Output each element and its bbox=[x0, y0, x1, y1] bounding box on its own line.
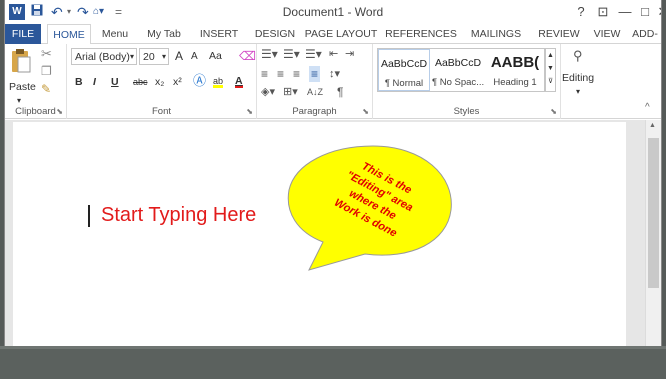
styles-scroll[interactable]: ▲ ▼ ⊽ bbox=[545, 48, 556, 92]
highlight-color-icon[interactable]: ab bbox=[213, 73, 224, 88]
ribbon-display-options-icon[interactable]: ⊡ bbox=[593, 3, 613, 21]
editing-dropdown-icon[interactable]: ▾ bbox=[576, 84, 580, 100]
align-right-icon[interactable]: ≡ bbox=[293, 66, 300, 82]
style-sample: AaBbCcD bbox=[434, 57, 482, 69]
document-text[interactable]: Start Typing Here bbox=[101, 204, 256, 227]
paragraph-group-label: Paragraph bbox=[292, 106, 337, 117]
font-group-label: Font bbox=[151, 106, 171, 117]
change-case-icon[interactable]: Aa bbox=[209, 48, 222, 64]
scroll-up-icon[interactable]: ▲ bbox=[649, 122, 656, 129]
styles-gallery: AaBbCcD ¶ Normal AaBbCcD ¶ No Spac... AA… bbox=[377, 48, 545, 92]
sort-icon[interactable]: A↓Z bbox=[307, 84, 323, 100]
tab-add-ins[interactable]: ADD-INS bbox=[627, 24, 661, 44]
clipboard-launcher-icon[interactable]: ⬊ bbox=[56, 107, 63, 116]
style-normal[interactable]: AaBbCcD ¶ Normal bbox=[378, 49, 430, 91]
font-family-select[interactable]: Arial (Body) ▾ bbox=[71, 48, 137, 65]
format-painter-icon[interactable]: ✎ bbox=[41, 81, 51, 97]
font-launcher-icon[interactable]: ⬊ bbox=[246, 107, 253, 116]
close-button[interactable]: ✕ bbox=[653, 3, 661, 21]
grow-font-icon[interactable]: A bbox=[175, 48, 183, 64]
title-bar: W ↶ ▾ ↷ ⌂▾ = Document1 - Word ? ⊡ — □ ✕ bbox=[5, 0, 661, 24]
font-color-icon[interactable]: A bbox=[235, 73, 243, 88]
tab-design[interactable]: DESIGN bbox=[248, 24, 302, 44]
style-name: ¶ Normal bbox=[384, 78, 424, 89]
justify-icon[interactable]: ≡ bbox=[309, 66, 321, 82]
font-group: Arial (Body) ▾ 20 ▾ A A Aa ⌫ B I U abc x₂ … bbox=[67, 44, 257, 119]
tab-mailings[interactable]: MAILINGS bbox=[463, 24, 529, 44]
bullets-icon[interactable]: ☰▾ bbox=[261, 46, 278, 62]
help-button[interactable]: ? bbox=[571, 3, 591, 21]
multilevel-list-icon[interactable]: ☰▾ bbox=[305, 46, 322, 62]
text-effects-icon[interactable]: Ⓐ bbox=[193, 73, 206, 89]
style-name: Heading 1 bbox=[493, 77, 537, 88]
paste-button[interactable]: Paste bbox=[9, 79, 36, 95]
strikethrough-button[interactable]: abc bbox=[133, 74, 148, 90]
vertical-scrollbar[interactable]: ▲ bbox=[645, 120, 661, 346]
font-size-select[interactable]: 20 ▾ bbox=[139, 48, 169, 65]
tab-file[interactable]: FILE bbox=[5, 24, 41, 44]
shading-icon[interactable]: ◈▾ bbox=[261, 84, 275, 100]
style-name: ¶ No Spac... bbox=[432, 77, 484, 88]
collapse-ribbon-icon[interactable]: ^ bbox=[645, 100, 650, 116]
shrink-font-icon[interactable]: A bbox=[191, 49, 198, 65]
ribbon-tabs: FILE HOME Menu My Tab INSERT DESIGN PAGE… bbox=[5, 24, 661, 45]
styles-group: AaBbCcD ¶ Normal AaBbCcD ¶ No Spac... AA… bbox=[373, 44, 561, 119]
styles-group-label: Styles bbox=[453, 106, 480, 117]
text-cursor bbox=[88, 205, 90, 227]
editing-group: ⚲ Editing ▾ bbox=[561, 44, 601, 119]
tab-insert[interactable]: INSERT bbox=[193, 24, 245, 44]
paragraph-launcher-icon[interactable]: ⬊ bbox=[362, 107, 369, 116]
underline-button[interactable]: U bbox=[111, 74, 119, 90]
scrollbar-thumb[interactable] bbox=[648, 138, 659, 288]
restore-button[interactable]: □ bbox=[635, 3, 655, 21]
italic-button[interactable]: I bbox=[93, 74, 96, 90]
chevron-down-icon: ▾ bbox=[161, 52, 166, 61]
decrease-indent-icon[interactable]: ⇤ bbox=[329, 46, 338, 62]
align-left-icon[interactable]: ≡ bbox=[261, 66, 268, 82]
chevron-down-icon: ▾ bbox=[129, 52, 134, 61]
tab-view[interactable]: VIEW bbox=[587, 24, 627, 44]
style-sample: AaBbCcD bbox=[380, 58, 428, 70]
copy-icon[interactable]: ❐ bbox=[41, 63, 52, 79]
window-title: Document1 - Word bbox=[282, 5, 384, 19]
paste-icon[interactable] bbox=[11, 48, 33, 78]
numbering-icon[interactable]: ☰▾ bbox=[283, 46, 300, 62]
style-heading-1[interactable]: AABB( Heading 1 bbox=[486, 49, 544, 91]
word-window: W ↶ ▾ ↷ ⌂▾ = Document1 - Word ? ⊡ — □ ✕ … bbox=[4, 0, 662, 346]
style-no-spacing[interactable]: AaBbCcD ¶ No Spac... bbox=[432, 49, 484, 91]
styles-launcher-icon[interactable]: ⬊ bbox=[550, 107, 557, 116]
tab-home[interactable]: HOME bbox=[47, 24, 91, 45]
tab-page-layout[interactable]: PAGE LAYOUT bbox=[302, 24, 380, 44]
bold-button[interactable]: B bbox=[75, 74, 83, 90]
clear-formatting-icon[interactable]: ⌫ bbox=[239, 48, 256, 64]
font-family-value: Arial (Body) bbox=[75, 51, 130, 63]
line-spacing-icon[interactable]: ↕▾ bbox=[329, 66, 340, 82]
superscript-button[interactable]: x² bbox=[173, 74, 182, 90]
paragraph-group: ☰▾ ☰▾ ☰▾ ⇤ ⇥ ≡ ≡ ≡ ≡ ↕▾ ◈▾ ⊞▾ A↓Z ¶ Para… bbox=[257, 44, 373, 119]
status-bar bbox=[0, 346, 666, 379]
clipboard-group: Paste ▾ ✂ ❐ ✎ Clipboard ⬊ bbox=[5, 44, 67, 119]
style-sample: AABB( bbox=[490, 54, 540, 71]
document-area: Start Typing Here This is the "Editing" … bbox=[5, 120, 661, 346]
subscript-button[interactable]: x₂ bbox=[155, 74, 164, 90]
borders-icon[interactable]: ⊞▾ bbox=[283, 84, 298, 100]
document-page[interactable]: Start Typing Here This is the "Editing" … bbox=[13, 122, 626, 346]
ribbon: Paste ▾ ✂ ❐ ✎ Clipboard ⬊ Arial (Body) ▾ … bbox=[5, 44, 661, 119]
tab-review[interactable]: REVIEW bbox=[533, 24, 585, 44]
font-size-value: 20 bbox=[143, 51, 155, 63]
binoculars-icon[interactable]: ⚲ bbox=[573, 48, 583, 64]
tab-menu[interactable]: Menu bbox=[93, 24, 137, 44]
cut-icon[interactable]: ✂ bbox=[41, 46, 52, 62]
tab-my-tab[interactable]: My Tab bbox=[138, 24, 190, 44]
increase-indent-icon[interactable]: ⇥ bbox=[345, 46, 354, 62]
tab-references[interactable]: REFERENCES bbox=[381, 24, 461, 44]
callout-bubble: This is the "Editing" area where the Wor… bbox=[287, 145, 452, 271]
show-formatting-icon[interactable]: ¶ bbox=[337, 84, 343, 100]
minimize-button[interactable]: — bbox=[615, 3, 635, 21]
align-center-icon[interactable]: ≡ bbox=[277, 66, 284, 82]
